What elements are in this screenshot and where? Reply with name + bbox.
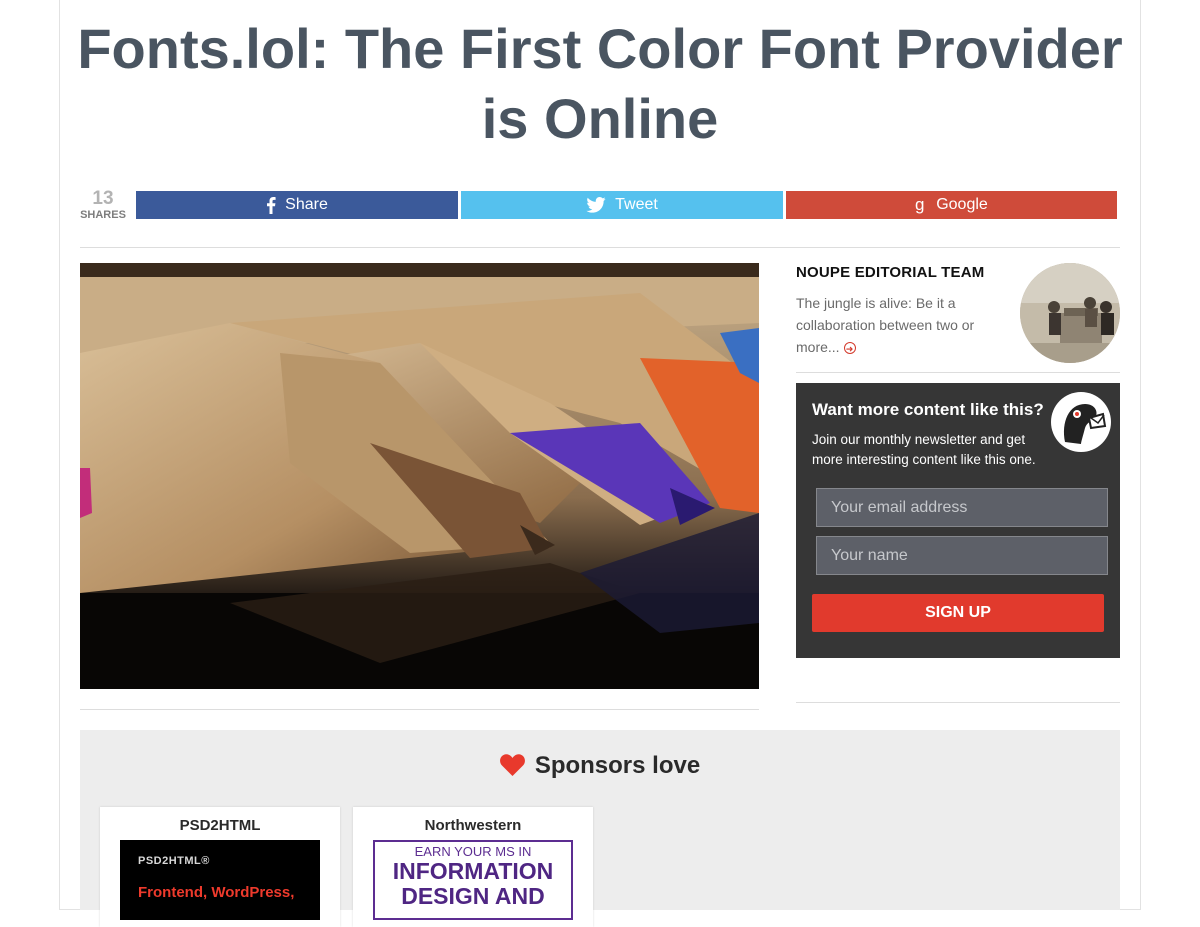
- email-field[interactable]: [816, 488, 1108, 527]
- share-count-label: SHARES: [80, 209, 126, 221]
- name-field[interactable]: [816, 536, 1108, 575]
- signup-button[interactable]: SIGN UP: [812, 594, 1104, 632]
- sponsors-section: Sponsors love PSD2HTML PSD2HTML® Fronten…: [80, 730, 1120, 927]
- article-title: Fonts.lol: The First Color Font Provider…: [77, 17, 1123, 150]
- newsletter-description: Join our monthly newsletter and get more…: [812, 432, 1036, 467]
- google-share-label: Google: [936, 196, 988, 213]
- twitter-icon: [586, 197, 606, 213]
- sponsor-banner-big-text: INFORMATION DESIGN AND: [392, 858, 554, 909]
- sponsor-banner[interactable]: PSD2HTML® Frontend, WordPress,: [120, 840, 320, 920]
- svg-text:g: g: [915, 196, 924, 214]
- facebook-share-label: Share: [285, 196, 328, 213]
- sponsor-name: PSD2HTML: [179, 817, 261, 834]
- hero-image-colored-pencils: [80, 263, 759, 689]
- divider: [80, 247, 1120, 248]
- google-plus-icon: g: [915, 196, 927, 214]
- sponsors-title: Sponsors love: [80, 752, 1120, 783]
- circle-arrow-right-icon[interactable]: ➜: [843, 342, 856, 355]
- divider: [80, 709, 759, 710]
- sponsor-card-psd2html[interactable]: PSD2HTML PSD2HTML® Frontend, WordPress,: [100, 807, 340, 927]
- noupe-mascot-icon: [1051, 392, 1111, 452]
- newsletter-heading: Want more content like this?: [812, 400, 1044, 419]
- author-name: NOUPE EDITORIAL TEAM: [796, 264, 985, 281]
- facebook-icon: [266, 196, 276, 214]
- sponsor-card-northwestern[interactable]: Northwestern EARN YOUR MS IN INFORMATION…: [353, 807, 593, 927]
- sponsor-banner-text: Frontend, WordPress,: [138, 884, 295, 901]
- heart-icon: [499, 754, 525, 783]
- share-count-number: 13: [92, 188, 114, 209]
- sponsors-title-text: Sponsors love: [534, 752, 701, 779]
- sponsor-banner[interactable]: EARN YOUR MS IN INFORMATION DESIGN AND: [373, 840, 573, 920]
- facebook-share-button[interactable]: Share: [136, 191, 458, 219]
- twitter-tweet-label: Tweet: [615, 196, 658, 213]
- newsletter-box: Want more content like this? Join our mo…: [796, 383, 1120, 658]
- sponsor-banner-small-text: EARN YOUR MS IN: [414, 844, 532, 859]
- author-bio: The jungle is alive: Be it a collaborati…: [796, 292, 1001, 358]
- author-avatar[interactable]: [1020, 263, 1120, 363]
- sponsor-name: Northwestern: [424, 817, 522, 834]
- share-count: 13 SHARES: [80, 188, 126, 222]
- google-share-button[interactable]: g Google: [786, 191, 1117, 219]
- divider: [796, 372, 1120, 373]
- divider: [796, 702, 1120, 703]
- author-bio-text: The jungle is alive: Be it a collaborati…: [796, 295, 975, 355]
- sponsor-banner-logo: PSD2HTML®: [138, 855, 210, 867]
- twitter-tweet-button[interactable]: Tweet: [461, 191, 783, 219]
